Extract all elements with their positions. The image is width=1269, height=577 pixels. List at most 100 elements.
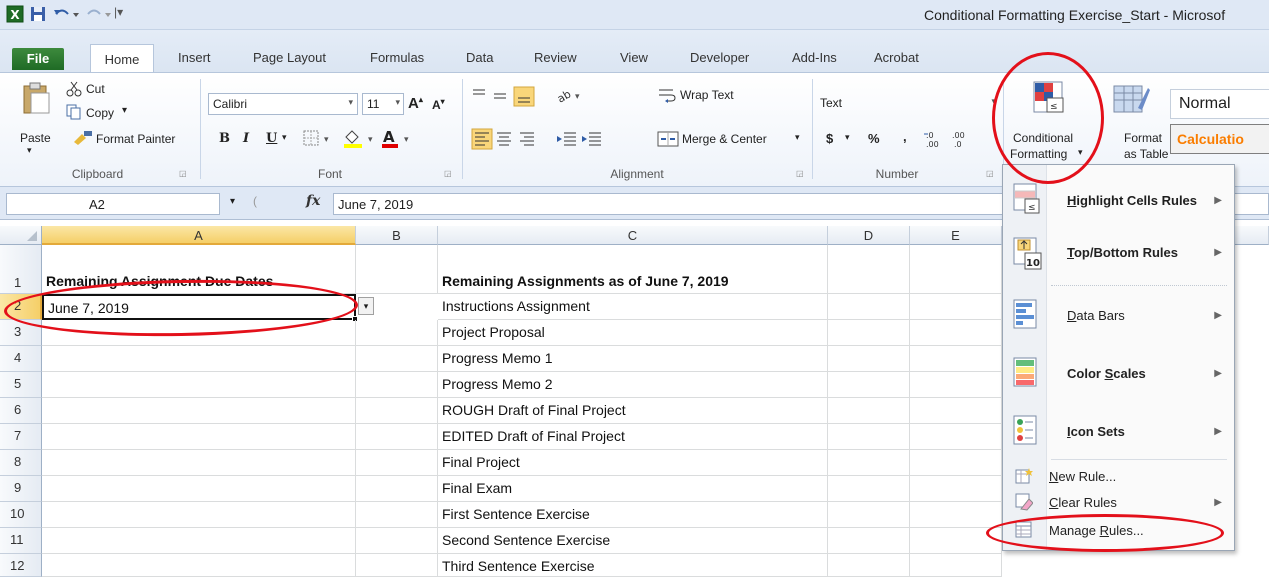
dialog-launcher-icon[interactable]: ◲ (179, 169, 187, 178)
column-header-b[interactable]: B (356, 226, 438, 245)
borders-icon[interactable]: ▾ (302, 129, 334, 147)
cell-e2[interactable] (910, 294, 1002, 320)
row-header[interactable]: 11 (0, 528, 42, 554)
cell-a4[interactable] (42, 346, 356, 372)
cell-c1[interactable]: Remaining Assignments as of June 7, 2019 (438, 245, 828, 294)
conditional-formatting-icon[interactable]: ≤ (1032, 80, 1066, 116)
cell-c11[interactable]: Second Sentence Exercise (438, 528, 828, 554)
format-as-table-icon[interactable] (1112, 80, 1152, 116)
cell-b4[interactable] (356, 346, 438, 372)
paste-button[interactable]: Paste (20, 131, 51, 145)
cell-e4[interactable] (910, 346, 1002, 372)
paste-arrow-icon[interactable]: ▾ (27, 145, 32, 156)
cell-a8[interactable] (42, 450, 356, 476)
row-header[interactable]: 4 (0, 346, 42, 372)
tab-data[interactable]: Data (466, 47, 493, 71)
cell-d2[interactable] (828, 294, 910, 320)
cell-d7[interactable] (828, 424, 910, 450)
italic-button[interactable]: I (243, 131, 249, 146)
comma-button[interactable]: , (903, 129, 907, 144)
cell-e11[interactable] (910, 528, 1002, 554)
row-header[interactable]: 12 (0, 554, 42, 577)
menu-item-data-bars[interactable]: Data Bars ▶ (1003, 293, 1234, 337)
fill-color-icon[interactable]: ▾ (342, 127, 382, 149)
cell-e6[interactable] (910, 398, 1002, 424)
cut-icon[interactable] (66, 81, 82, 97)
cell-c3[interactable]: Project Proposal (438, 320, 828, 346)
row-header[interactable]: 7 (0, 424, 42, 450)
cell-c9[interactable]: Final Exam (438, 476, 828, 502)
copy-button[interactable]: Copy (86, 106, 114, 120)
cell-d1[interactable] (828, 245, 910, 294)
cell-b5[interactable] (356, 372, 438, 398)
chevron-down-icon[interactable]: ▾ (282, 132, 287, 143)
cell-c6[interactable]: ROUGH Draft of Final Project (438, 398, 828, 424)
cell-d3[interactable] (828, 320, 910, 346)
currency-button[interactable]: $ (826, 131, 833, 146)
cell-b6[interactable] (356, 398, 438, 424)
menu-item-highlight-cells-rules[interactable]: ≤ Highlight Cells Rules ▶ (1003, 179, 1234, 223)
cell-e12[interactable] (910, 554, 1002, 577)
format-painter-icon[interactable] (72, 130, 94, 146)
tab-view[interactable]: View (620, 47, 648, 71)
conditional-formatting-button[interactable]: Conditional (1013, 131, 1073, 145)
tab-file[interactable]: File (12, 48, 64, 70)
cell-a2-selected[interactable]: June 7, 2019 (42, 294, 356, 320)
cut-button[interactable]: Cut (86, 82, 105, 96)
merge-center-button[interactable]: Merge & Center (682, 132, 767, 146)
cell-c12[interactable]: Third Sentence Exercise (438, 554, 828, 577)
cell-c8[interactable]: Final Project (438, 450, 828, 476)
cell-d11[interactable] (828, 528, 910, 554)
validation-dropdown-icon[interactable]: ▾ (358, 297, 374, 315)
cell-a6[interactable] (42, 398, 356, 424)
dialog-launcher-icon[interactable]: ◲ (986, 169, 994, 178)
format-as-table-button-line2[interactable]: as Table (1124, 147, 1168, 161)
copy-arrow-icon[interactable]: ▾ (122, 105, 127, 116)
cell-a1[interactable]: Remaining Assignment Due Dates (42, 245, 356, 294)
decimal-icons[interactable]: .0.00 .00.0 (924, 129, 978, 149)
wrap-text-icon[interactable] (658, 87, 676, 105)
vertical-align-icons[interactable] (470, 85, 544, 107)
tab-add-ins[interactable]: Add-Ins (792, 47, 837, 71)
menu-item-new-rule[interactable]: New Rule... (1003, 465, 1234, 489)
cell-b1[interactable] (356, 245, 438, 294)
dialog-launcher-icon[interactable]: ◲ (796, 169, 804, 178)
cell-a5[interactable] (42, 372, 356, 398)
column-header-d[interactable]: D (828, 226, 910, 245)
cell-d4[interactable] (828, 346, 910, 372)
cell-a12[interactable] (42, 554, 356, 577)
column-header-e[interactable]: E (910, 226, 1002, 245)
orientation-icon[interactable]: ab ▾ (556, 86, 584, 104)
bold-button[interactable]: B (219, 131, 230, 146)
cell-c4[interactable]: Progress Memo 1 (438, 346, 828, 372)
row-header[interactable]: 10 (0, 502, 42, 528)
cell-a11[interactable] (42, 528, 356, 554)
cell-c7[interactable]: EDITED Draft of Final Project (438, 424, 828, 450)
cell-e3[interactable] (910, 320, 1002, 346)
tab-developer[interactable]: Developer (690, 47, 749, 71)
column-header-a[interactable]: A (42, 226, 356, 245)
row-header[interactable]: 5 (0, 372, 42, 398)
cell-e7[interactable] (910, 424, 1002, 450)
cell-d5[interactable] (828, 372, 910, 398)
cell-b9[interactable] (356, 476, 438, 502)
row-header[interactable]: 1 (0, 245, 42, 294)
cell-e1[interactable] (910, 245, 1002, 294)
row-header[interactable]: 8 (0, 450, 42, 476)
tab-review[interactable]: Review (534, 47, 577, 71)
menu-item-color-scales[interactable]: Color Scales ▶ (1003, 351, 1234, 395)
cell-b11[interactable] (356, 528, 438, 554)
chevron-down-icon[interactable]: ▾ (1078, 147, 1083, 158)
menu-item-manage-rules[interactable]: Manage Rules... (1003, 519, 1234, 543)
undo-icon[interactable] (52, 5, 80, 23)
select-all-corner[interactable] (0, 226, 42, 245)
cell-a3[interactable] (42, 320, 356, 346)
tab-page-layout[interactable]: Page Layout (253, 47, 326, 71)
cell-c5[interactable]: Progress Memo 2 (438, 372, 828, 398)
row-header[interactable]: 6 (0, 398, 42, 424)
cell-e8[interactable] (910, 450, 1002, 476)
insert-function-button[interactable]: fx (306, 193, 320, 209)
font-size-select[interactable]: 11 ▾ (362, 93, 404, 115)
tab-home[interactable]: Home (90, 44, 154, 72)
font-color-icon[interactable]: A ▾ (380, 127, 420, 149)
